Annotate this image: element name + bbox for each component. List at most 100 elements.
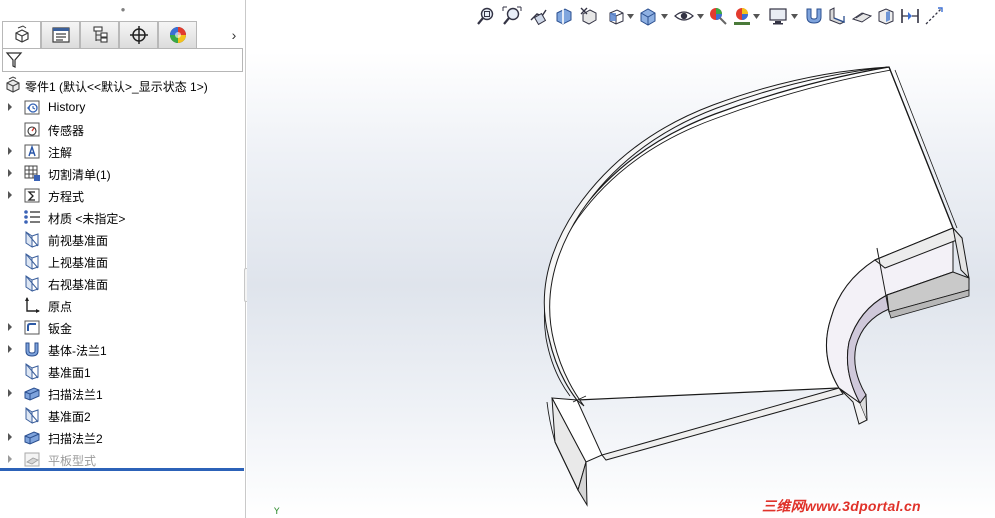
top-face [545, 66, 954, 401]
unfold-icon [901, 9, 919, 23]
chevron-down-icon[interactable] [661, 14, 668, 19]
tree-item-top-plane[interactable]: 上视基准面 [0, 250, 245, 272]
hide-show-items-button[interactable] [673, 4, 695, 28]
section-view-button[interactable] [553, 4, 575, 28]
tree-root-part[interactable]: 零件1 (默认<<默认>_显示状态 1>) [0, 74, 245, 96]
sheet-metal-bend-button[interactable] [803, 4, 825, 28]
no-bends-icon [878, 8, 894, 25]
expand-arrow-icon[interactable] [6, 388, 14, 398]
view-orientation-button[interactable] [605, 4, 627, 28]
tree-item-swept-flange2[interactable]: 扫描法兰2 [0, 426, 245, 448]
expand-arrow-icon[interactable] [6, 146, 14, 156]
tree-item-history[interactable]: History [0, 96, 245, 118]
tree-item-label: 右视基准面 [48, 278, 109, 292]
tree-item-annotations[interactable]: 注解 [0, 140, 245, 162]
tree-item-front-plane[interactable]: 前视基准面 [0, 228, 245, 250]
sheet-metal-folder-icon [24, 320, 40, 335]
tab-displaymanager[interactable] [158, 21, 197, 48]
unfold-button[interactable] [899, 4, 921, 28]
tree-item-plane2[interactable]: 基准面2 [0, 404, 245, 426]
base-flange-icon [25, 342, 39, 357]
display-style-icon [640, 8, 656, 26]
dynamic-annotation-button[interactable] [579, 4, 601, 28]
expand-arrow-icon[interactable] [6, 168, 14, 178]
chevron-down-icon[interactable] [791, 14, 798, 19]
tree-item-label: 材质 <未指定> [48, 212, 126, 226]
propertymanager-icon [51, 27, 70, 43]
tree-item-material[interactable]: 材质 <未指定> [0, 206, 245, 228]
tree-item-label: 平板型式 [48, 454, 97, 468]
configurationmanager-icon [92, 26, 108, 43]
tab-propertymanager[interactable] [41, 21, 80, 48]
axis-triad-label: Y [274, 507, 280, 517]
expand-arrow-icon[interactable] [6, 322, 14, 332]
tree-filter-input[interactable] [2, 48, 243, 72]
section-view-icon [556, 8, 572, 25]
tree-item-label: 扫描法兰2 [48, 432, 103, 446]
apply-scene-button[interactable] [731, 4, 753, 28]
chevron-down-icon[interactable] [753, 14, 760, 19]
flatten-button[interactable] [851, 4, 873, 28]
previous-view-button[interactable] [527, 4, 549, 28]
tab-configurationmanager[interactable] [80, 21, 119, 48]
no-bends-button[interactable] [875, 4, 897, 28]
tree-item-label: 传感器 [48, 124, 85, 138]
tree-item-base-flange[interactable]: 基体-法兰1 [0, 338, 245, 360]
origin-icon [25, 297, 40, 313]
dimxpert-icon [129, 26, 148, 44]
swept-flange-icon [24, 431, 40, 445]
plane-icon [25, 275, 39, 292]
displaymanager-icon [169, 27, 186, 43]
tree-item-label: History [48, 100, 86, 114]
zoom-to-fit-button[interactable] [475, 4, 497, 28]
manager-tab-bar: › [0, 21, 245, 48]
flat-pattern-icon [24, 452, 40, 467]
panel-grip[interactable]: ● [0, 3, 245, 17]
tree-item-label: 基准面1 [48, 366, 91, 380]
tree-item-swept-flange1[interactable]: 扫描法兰1 [0, 382, 245, 404]
tree-item-right-plane[interactable]: 右视基准面 [0, 272, 245, 294]
apply-scene-icon [734, 8, 750, 25]
edit-appearance-button[interactable] [707, 4, 729, 28]
dynamic-annotation-icon [580, 7, 597, 25]
tab-scroll-right-button[interactable]: › [224, 21, 244, 48]
flatten-icon [852, 12, 872, 23]
tree-item-origin[interactable]: 原点 [0, 294, 245, 316]
view-settings-button[interactable] [767, 4, 789, 28]
zoom-to-area-button[interactable] [501, 4, 523, 28]
expand-arrow-icon[interactable] [6, 432, 14, 442]
rip-icon [925, 7, 943, 25]
feature-manager-panel: ● › 零件1 (默认<<默认>_显示状态 1>) History 传感器 注解… [0, 0, 246, 518]
tree-item-equations[interactable]: 方程式 [0, 184, 245, 206]
tree-item-sheet-metal[interactable]: 钣金 [0, 316, 245, 338]
hide-show-items-icon [674, 11, 694, 21]
plane-icon [25, 253, 39, 270]
equations-folder-icon [24, 188, 40, 203]
expand-arrow-icon[interactable] [6, 102, 14, 112]
tree-item-plane1[interactable]: 基准面1 [0, 360, 245, 382]
tab-featuremanager[interactable] [2, 21, 41, 48]
tree-item-sensors[interactable]: 传感器 [0, 118, 245, 140]
tree-item-flat-pattern[interactable]: 平板型式 [0, 448, 245, 470]
filter-icon[interactable] [5, 51, 23, 69]
annotations-folder-icon [24, 144, 40, 159]
expand-arrow-icon[interactable] [6, 454, 14, 464]
tree-item-label: 原点 [48, 300, 73, 314]
sheet-metal-model[interactable] [247, 0, 995, 518]
sheet-metal-insert-button[interactable] [827, 4, 849, 28]
expand-arrow-icon[interactable] [6, 344, 14, 354]
expand-arrow-icon[interactable] [6, 190, 14, 200]
tab-dimxpert[interactable] [119, 21, 158, 48]
rollback-bar[interactable] [0, 468, 244, 471]
previous-view-icon [530, 9, 547, 26]
sensors-folder-icon [24, 122, 40, 137]
chevron-down-icon[interactable] [697, 14, 704, 19]
watermark: 三维网www.3dportal.cn [762, 498, 921, 514]
display-style-button[interactable] [637, 4, 659, 28]
graphics-viewport[interactable]: Y 三维网www.3dportal.cn [247, 0, 995, 518]
chevron-down-icon[interactable] [627, 14, 634, 19]
tree-root-label: 零件1 (默认<<默认>_显示状态 1>) [25, 80, 208, 94]
tree-item-label: 钣金 [48, 322, 73, 336]
rip-button[interactable] [923, 4, 945, 28]
tree-item-cut-list[interactable]: 切割清单(1) [0, 162, 245, 184]
